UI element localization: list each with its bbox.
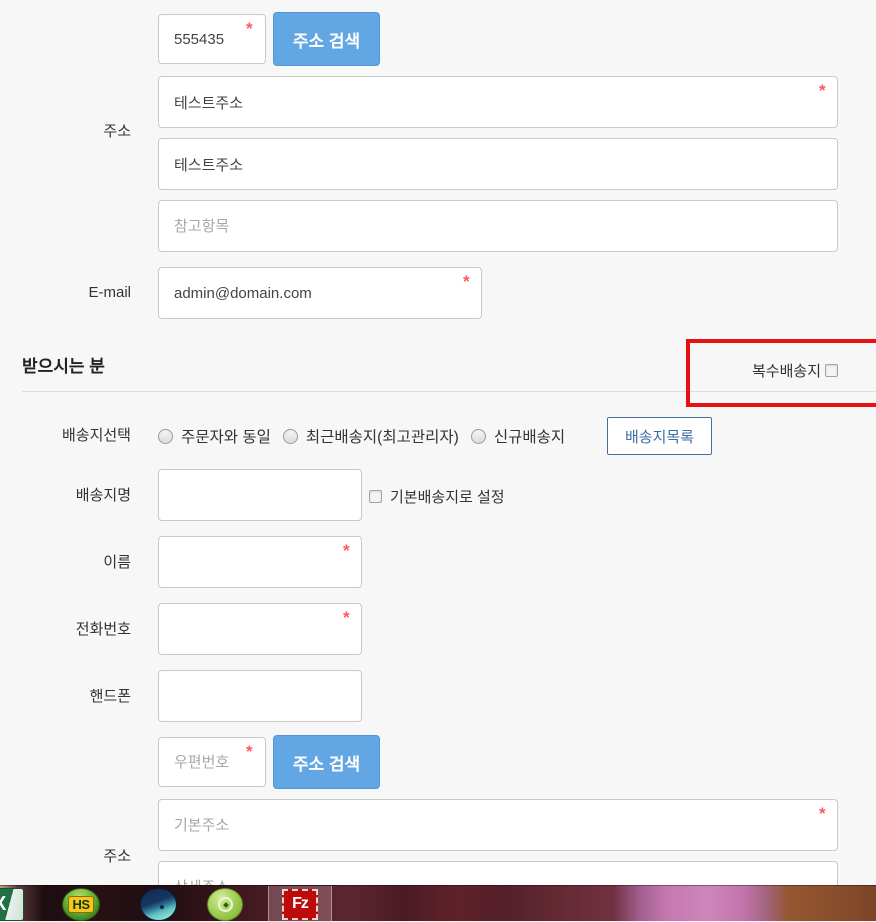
email-label: E-mail bbox=[0, 284, 131, 302]
excel-icon[interactable]: X bbox=[0, 888, 24, 921]
address-select-radio-group: 주문자와 동일 최근배송지(최고관리자) 신규배송지 bbox=[158, 425, 571, 447]
recipient-base-address-input[interactable] bbox=[158, 799, 838, 851]
orderer-address-label: 주소 bbox=[0, 123, 131, 141]
phone-label: 전화번호 bbox=[0, 621, 131, 639]
orderer-address2-input[interactable] bbox=[158, 138, 838, 190]
orderer-address-extra-input[interactable] bbox=[158, 200, 838, 252]
mobile-label: 핸드폰 bbox=[0, 688, 131, 706]
whale-eye-dot bbox=[160, 905, 164, 909]
required-asterisk: * bbox=[463, 273, 470, 290]
heidisql-icon[interactable]: HS bbox=[62, 888, 100, 921]
phone-input[interactable] bbox=[158, 603, 362, 655]
excel-icon-letter: X bbox=[0, 893, 6, 916]
orderer-address-search-button[interactable]: 주소 검색 bbox=[273, 12, 380, 66]
multi-address-control: 복수배송지 bbox=[752, 360, 838, 381]
recipient-address-label: 주소 bbox=[0, 848, 131, 866]
required-asterisk: * bbox=[819, 82, 826, 99]
filezilla-icon-label: Fz bbox=[292, 895, 308, 913]
heidisql-icon-label: HS bbox=[68, 896, 93, 913]
recipient-address-search-button[interactable]: 주소 검색 bbox=[273, 735, 380, 789]
taskbar: X HS Fz bbox=[0, 885, 876, 921]
address-name-input[interactable] bbox=[158, 469, 362, 521]
radio-item-same-as-orderer[interactable]: 주문자와 동일 bbox=[158, 425, 271, 447]
required-asterisk: * bbox=[819, 805, 826, 822]
recipient-name-label: 이름 bbox=[0, 554, 131, 572]
radio-label: 신규배송지 bbox=[494, 425, 565, 447]
required-asterisk: * bbox=[343, 542, 350, 559]
multi-address-label: 복수배송지 bbox=[752, 360, 821, 381]
whale-browser-icon[interactable] bbox=[140, 888, 177, 921]
radio-button-icon[interactable] bbox=[158, 429, 173, 444]
recipient-detail-address-input[interactable] bbox=[158, 861, 838, 885]
radio-button-icon[interactable] bbox=[471, 429, 486, 444]
compass-needle bbox=[223, 902, 229, 908]
android-studio-icon[interactable] bbox=[207, 888, 243, 921]
address-name-label: 배송지명 bbox=[0, 487, 131, 505]
mobile-input[interactable] bbox=[158, 670, 362, 722]
default-address-checkbox[interactable] bbox=[369, 490, 382, 503]
default-address-checkbox-label: 기본배송지로 설정 bbox=[390, 486, 505, 507]
recipient-name-input[interactable] bbox=[158, 536, 362, 588]
recipient-section-title: 받으시는 분 bbox=[22, 352, 105, 377]
default-address-control: 기본배송지로 설정 bbox=[369, 486, 505, 507]
multi-address-checkbox[interactable] bbox=[825, 364, 838, 377]
radio-label: 최근배송지(최고관리자) bbox=[306, 425, 459, 447]
radio-item-new-address[interactable]: 신규배송지 bbox=[471, 425, 565, 447]
radio-button-icon[interactable] bbox=[283, 429, 298, 444]
section-divider bbox=[22, 391, 876, 392]
order-form: * 주소 검색 * 주소 E-mail * 받으시는 분 복수배송지 배송지선택… bbox=[0, 0, 876, 885]
radio-label: 주문자와 동일 bbox=[181, 425, 271, 447]
required-asterisk: * bbox=[343, 609, 350, 626]
required-asterisk: * bbox=[246, 743, 253, 760]
email-input[interactable] bbox=[158, 267, 482, 319]
compass-glyph bbox=[218, 897, 233, 912]
required-asterisk: * bbox=[246, 20, 253, 37]
orderer-address1-input[interactable] bbox=[158, 76, 838, 128]
address-list-button[interactable]: 배송지목록 bbox=[607, 417, 712, 455]
radio-item-recent-address[interactable]: 최근배송지(최고관리자) bbox=[283, 425, 459, 447]
filezilla-icon: Fz bbox=[282, 889, 318, 920]
filezilla-taskbar-button[interactable]: Fz bbox=[268, 886, 332, 922]
address-select-label: 배송지선택 bbox=[0, 427, 131, 445]
